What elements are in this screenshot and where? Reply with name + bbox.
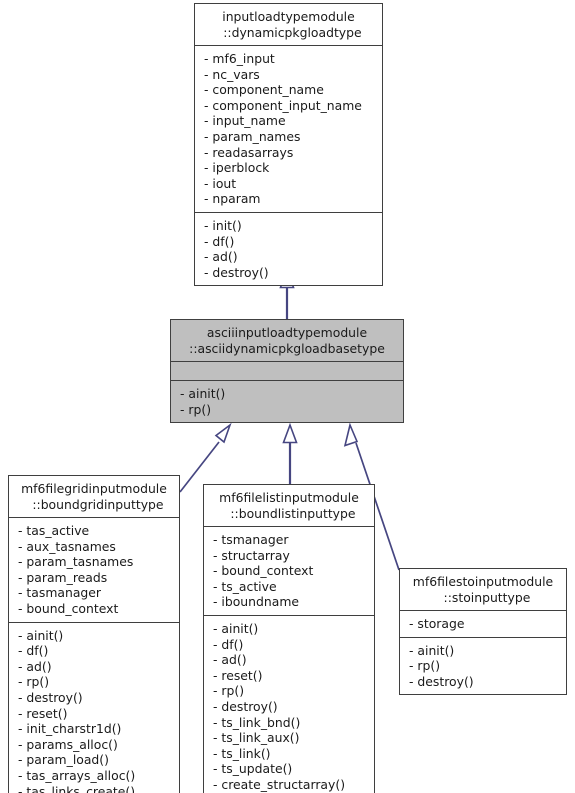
attribute-item: - iout [204,175,237,191]
attributes-compartment: - tsmanager - structarray - bound_contex… [204,527,374,615]
edge-boundgrid-to-base [179,422,232,493]
method-item: - ts_update() [213,761,293,777]
attribute-item: - nc_vars [204,66,260,82]
class-node-stoinputtype[interactable]: mf6filestoinputmodule ::stoinputtype - s… [399,568,567,696]
method-item: - rp() [180,401,212,417]
method-item: - df() [18,643,49,659]
class-node-boundgridinputtype[interactable]: mf6filegridinputmodule ::boundgridinputt… [8,475,180,793]
class-title: mf6filestoinputmodule ::stoinputtype [412,574,554,605]
method-item: - ts_link() [213,745,271,761]
attributes-compartment: - mf6_input - nc_vars - component_name -… [195,46,382,212]
attribute-item: - storage [409,616,465,631]
class-title: inputloadtypemodule ::dynamicpkgloadtype [222,9,362,40]
attribute-item: - bound_context [213,563,314,579]
method-item: - rp() [18,674,50,690]
uml-inheritance-diagram: inputloadtypemodule ::dynamicpkgloadtype… [0,0,575,793]
methods-compartment: - ainit() - rp() - destroy() [400,638,566,695]
method-item: - param_load() [18,752,109,768]
method-item: - ainit() [409,642,455,658]
attributes-compartment: - storage [400,611,566,637]
method-item: - init_charstr1d() [18,721,122,737]
method-item: - reset() [18,705,68,721]
attributes-compartment [171,362,403,380]
class-node-dynamicpkgloadtype[interactable]: inputloadtypemodule ::dynamicpkgloadtype… [194,3,383,287]
method-item: - tas_arrays_alloc() [18,767,136,783]
methods-compartment: - init() - df() - ad() - destroy() [195,213,382,285]
method-item: - ainit() [213,620,259,636]
method-item: - ad() [18,658,52,674]
methods-compartment: - ainit() - df() - ad() - rp() - destroy… [9,623,179,793]
edge-boundlist-to-base [282,422,298,484]
method-item: - params_alloc() [18,736,118,752]
attribute-item: - readasarrays [204,144,294,160]
method-item: - destroy() [409,673,474,689]
attribute-item: - mf6_input [204,51,275,66]
method-item: - create_structarray() [213,776,346,792]
attribute-item: - param_names [204,128,301,144]
attribute-item: - ts_active [213,578,277,594]
attribute-item: - iperblock [204,160,270,176]
attribute-item: - param_tasnames [18,554,134,570]
method-item: - destroy() [204,264,269,280]
attribute-item: - component_name [204,82,324,98]
attribute-item: - iboundname [213,594,300,610]
attribute-item: - nparam [204,191,261,207]
method-item: - destroy() [213,698,278,714]
method-item: - init() [204,217,242,233]
method-item: - ainit() [180,386,226,401]
method-item: - df() [204,233,235,249]
class-title: asciiinputloadtypemodule ::asciidynamicp… [189,325,385,356]
method-item: - rp() [213,683,245,699]
method-item: - ad() [213,652,247,668]
method-item: - df() [213,636,244,652]
method-item: - destroy() [18,689,83,705]
class-title: mf6filegridinputmodule ::boundgridinputt… [21,481,167,512]
class-title: mf6filelistinputmodule ::boundlistinputt… [219,490,359,521]
method-item: - ts_link_aux() [213,730,300,746]
method-item: - rp() [409,658,441,674]
attribute-item: - input_name [204,113,286,129]
method-item: - ad() [204,249,238,265]
attribute-item: - aux_tasnames [18,538,116,554]
method-item: - tas_links_create() [18,783,136,793]
method-item: - ainit() [18,627,64,643]
attributes-compartment: - tas_active - aux_tasnames - param_tasn… [9,518,179,622]
attribute-item: - structarray [213,547,290,563]
attribute-item: - component_input_name [204,97,362,113]
class-node-asciidynamicpkgloadbasetype[interactable]: asciiinputloadtypemodule ::asciidynamicp… [170,319,404,424]
attribute-item: - tas_active [18,523,90,538]
methods-compartment: - ainit() - df() - ad() - reset() - rp()… [204,616,374,793]
class-node-boundlistinputtype[interactable]: mf6filelistinputmodule ::boundlistinputt… [203,484,375,793]
method-item: - reset() [213,667,263,683]
method-item: - ts_link_bnd() [213,714,301,730]
attribute-item: - bound_context [18,600,119,616]
attribute-item: - tasmanager [18,585,102,601]
attribute-item: - param_reads [18,569,108,585]
attribute-item: - tsmanager [213,532,289,547]
methods-compartment: - ainit() - rp() [171,381,403,422]
